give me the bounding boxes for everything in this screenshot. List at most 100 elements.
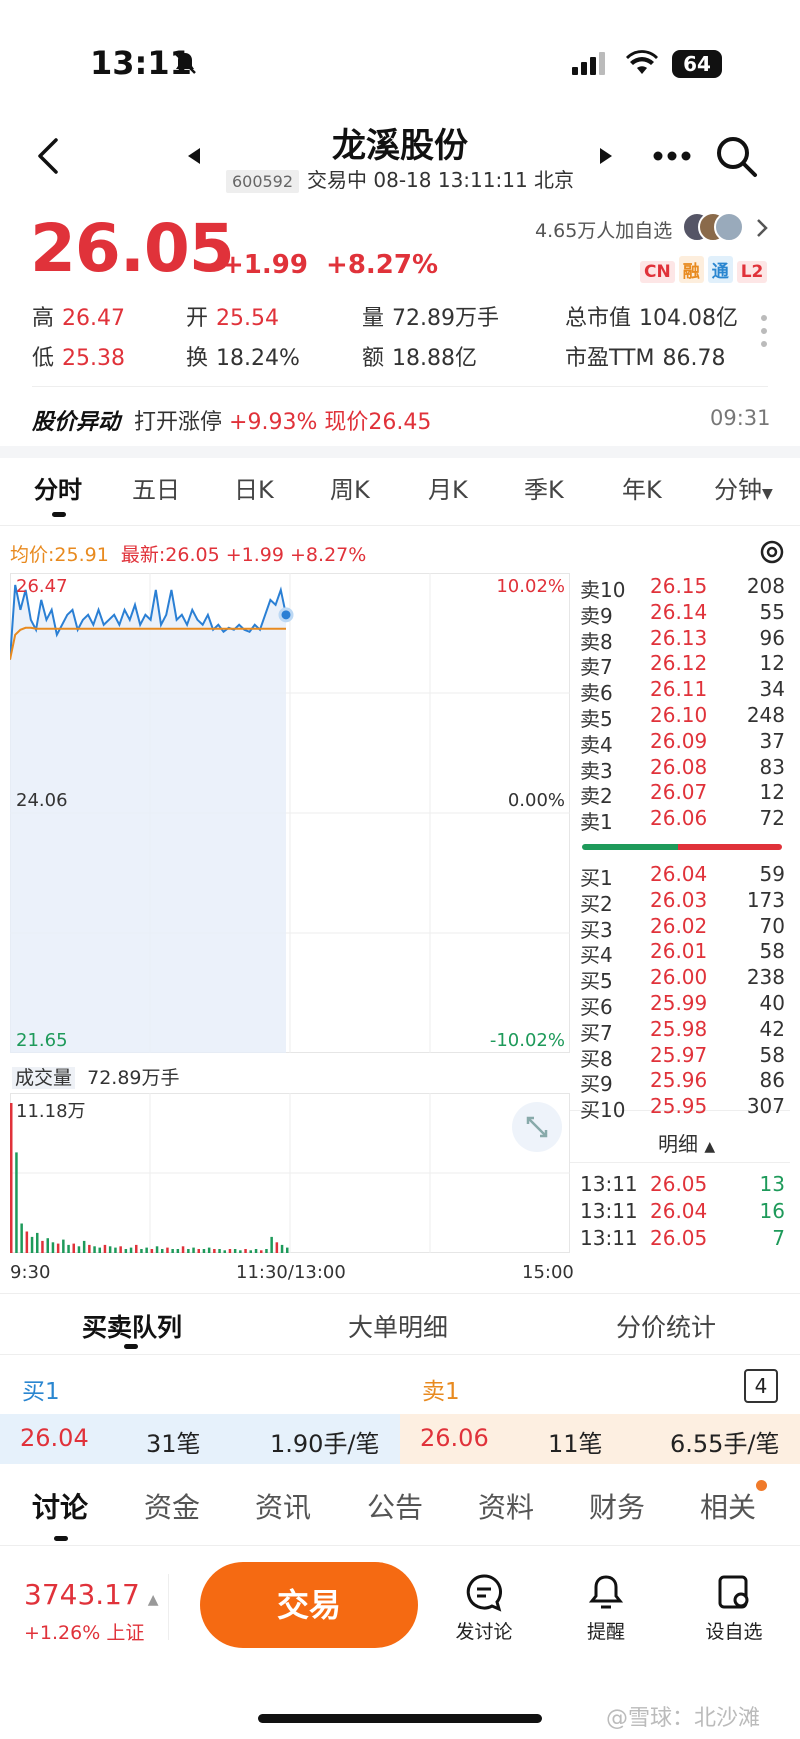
settings-gear-icon[interactable] [758,538,786,566]
volume-max-label: 11.18万 [16,1101,86,1122]
tab-quarterly-k[interactable]: 季K [524,470,564,505]
order-qty: 37 [759,728,785,753]
stat-value: 72.89万手 [392,306,499,331]
tick-row: 13:11 26.04 16 [580,1199,785,1225]
ask-row[interactable]: 卖10 26.15 208 [580,574,785,602]
tag-connect: 通 [707,256,733,283]
tab-news[interactable]: 资讯 [255,1486,311,1526]
intraday-price-chart[interactable] [10,573,570,1053]
bid-row[interactable]: 买1 26.04 59 [580,862,785,890]
order-qty: 40 [759,991,785,1015]
bid-row[interactable]: 买10 25.95 307 [580,1094,785,1123]
tick-row: 13:11 26.05 13 [580,1172,785,1198]
bid-row[interactable]: 买4 26.01 58 [580,939,785,967]
bid-row[interactable]: 买8 25.97 58 [580,1043,785,1071]
more-icon[interactable] [652,150,692,162]
chevron-right-icon[interactable] [756,218,768,238]
price-alert[interactable]: 股价异动 打开涨停 +9.93% 现价26.45 [32,404,431,436]
watchlist-icon [718,1575,749,1609]
index-value[interactable]: 3743.17 ▲ [24,1578,159,1611]
ask-row[interactable]: 卖3 26.08 83 [580,754,785,783]
tab-queue[interactable]: 买卖队列 [82,1308,182,1344]
tab-monthly-k[interactable]: 月K [428,470,468,505]
order-level-label: 买3 [580,917,613,942]
volume-bar [286,1247,289,1253]
tab-funds[interactable]: 资金 [144,1486,200,1526]
order-price: 26.07 [650,780,708,805]
tick-price: 26.05 [650,1226,708,1250]
volume-bar [275,1242,279,1253]
stat-value: 26.47 [62,306,125,331]
ask-row[interactable]: 卖4 26.09 37 [580,728,785,757]
pct-axis-top: 10.02% [496,576,565,597]
tab-profile[interactable]: 资料 [478,1486,534,1526]
volume-bar [114,1247,117,1253]
bid-row[interactable]: 买5 26.00 238 [580,965,785,994]
add-watchlist-button[interactable]: 设自选 [694,1572,774,1644]
volume-value: 72.89万手 [87,1067,180,1089]
alert-title: 股价异动 [32,410,121,435]
ask-row[interactable]: 卖1 26.06 72 [580,806,785,834]
post-discussion-button[interactable]: 发讨论 [446,1572,522,1644]
detail-toggle[interactable]: 明细 ▲ [658,1128,715,1157]
trade-button[interactable]: 交易 [200,1562,418,1648]
ask-row[interactable]: 卖6 26.11 34 [580,677,785,705]
alert-button[interactable]: 提醒 [568,1572,644,1644]
tag-cn: CN [640,261,675,283]
tab-announcements[interactable]: 公告 [367,1486,423,1526]
volume-bar [140,1249,143,1253]
divider [0,525,800,526]
tab-financials[interactable]: 财务 [589,1486,645,1526]
tab-intraday[interactable]: 分时 [34,470,82,505]
ask-row[interactable]: 卖9 26.14 55 [580,600,785,628]
search-icon[interactable] [714,134,758,178]
ask-row[interactable]: 卖8 26.13 96 [580,626,785,654]
order-price: 26.12 [650,651,708,676]
tab-discussion[interactable]: 讨论 [32,1486,88,1526]
ask-row[interactable]: 卖5 26.10 248 [580,703,785,731]
stat-open: 开 25.54 [186,300,279,332]
order-level-label: 卖3 [580,758,613,783]
tag-l2: L2 [736,261,768,283]
tab-price-stats[interactable]: 分价统计 [616,1308,716,1344]
expand-stats-icon[interactable] [760,314,768,348]
order-qty: 12 [759,780,785,805]
tab-related[interactable]: 相关 [700,1486,756,1526]
volume-bar [202,1249,206,1253]
volume-bar [223,1250,226,1253]
tab-daily-k[interactable]: 日K [234,470,274,505]
tag-margin: 融 [678,256,704,283]
divider [0,1354,800,1355]
tab-minute[interactable]: 分钟▼ [714,470,773,505]
home-indicator[interactable] [258,1714,542,1723]
chat-bubble-icon [466,1574,502,1612]
ask-row[interactable]: 卖2 26.07 12 [580,780,785,808]
volume-bar [218,1249,221,1253]
ask-row[interactable]: 卖7 26.12 12 [580,651,785,679]
order-level-label: 买10 [580,1098,626,1123]
tab-yearly-k[interactable]: 年K [622,470,662,505]
order-level-label: 买2 [580,891,613,916]
volume-bar [51,1242,55,1253]
queue-sell-orders: 11笔 [548,1430,603,1458]
order-level-label: 买9 [580,1072,613,1097]
next-stock-icon[interactable] [598,148,612,164]
tab-big-orders[interactable]: 大单明细 [348,1308,448,1344]
order-price: 25.98 [650,1016,708,1041]
tick-price: 26.05 [650,1172,708,1196]
order-price: 26.08 [650,754,708,779]
bid-row[interactable]: 买7 25.98 42 [580,1016,785,1045]
followers-count[interactable]: 4.65万人加自选 [535,216,672,243]
bid-row[interactable]: 买2 26.03 173 [580,888,785,916]
order-level-label: 买7 [580,1020,613,1045]
tab-weekly-k[interactable]: 周K [330,470,370,505]
fullscreen-button[interactable] [512,1102,562,1152]
queue-depth-button[interactable]: 4 [744,1369,778,1403]
order-price: 25.95 [650,1094,708,1119]
caret-down-icon: ▼ [762,486,773,502]
bid-row[interactable]: 买9 25.96 86 [580,1068,785,1097]
bid-row[interactable]: 买3 26.02 70 [580,914,785,942]
tab-five-day[interactable]: 五日 [132,470,180,505]
bid-row[interactable]: 买6 25.99 40 [580,991,785,1019]
order-level-label: 买5 [580,969,613,994]
